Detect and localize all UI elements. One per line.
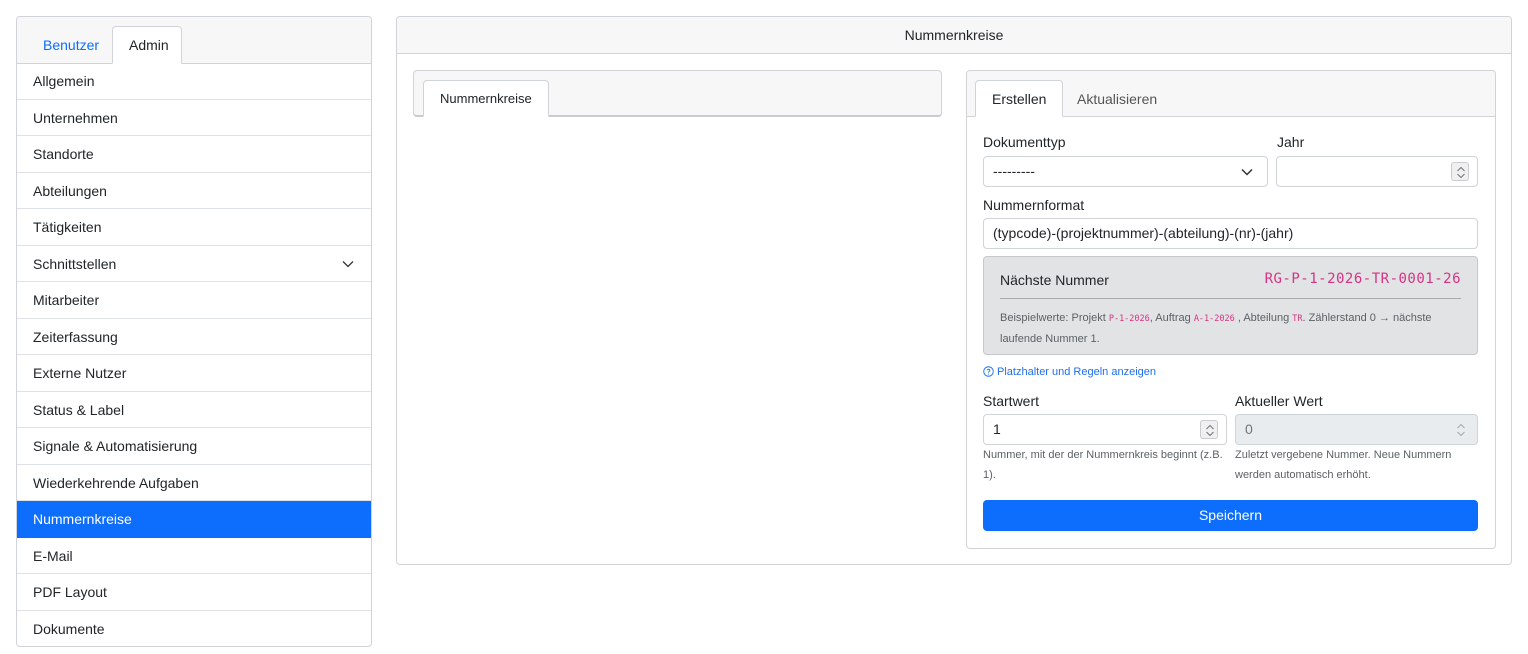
format-input[interactable]: (typcode)-(projektnummer)-(abteilung)-(n… xyxy=(983,218,1478,249)
note-mid1: , Auftrag xyxy=(1149,312,1194,324)
tab-erstellen[interactable]: Erstellen xyxy=(975,80,1064,117)
stepper-arrows-icon xyxy=(1457,166,1465,179)
start-stepper[interactable] xyxy=(1200,420,1218,439)
sidebar-item-standorte[interactable]: Standorte xyxy=(17,136,371,173)
sidebar-item-mitarbeiter[interactable]: Mitarbeiter xyxy=(17,282,371,319)
sidebar-item-zeiterfassung[interactable]: Zeiterfassung xyxy=(17,319,371,355)
current-value-input: 0 xyxy=(1235,414,1478,445)
doctype-select[interactable]: --------- xyxy=(983,156,1268,187)
page-title: Nummernkreise xyxy=(397,17,1511,54)
sidebar-menu: Allgemein Unternehmen Standorte Abteilun… xyxy=(17,63,371,647)
sidebar-item-wiederkehrende-aufgaben[interactable]: Wiederkehrende Aufgaben xyxy=(17,465,371,501)
current-hint: Zuletzt vergebene Nummer. Neue Nummern w… xyxy=(1235,449,1452,481)
tab-aktualisieren[interactable]: Aktualisieren xyxy=(1060,80,1174,117)
year-label: Jahr xyxy=(1277,134,1305,150)
start-value: 1 xyxy=(993,421,1001,437)
tab-nummernkreise-list[interactable]: Nummernkreise xyxy=(423,80,549,117)
chevron-down-icon xyxy=(342,260,354,267)
sidebar-item-pdf-layout[interactable]: PDF Layout xyxy=(17,574,371,611)
sidebar-item-externe-nutzer[interactable]: Externe Nutzer xyxy=(17,355,371,392)
placeholder-rules-link[interactable]: Platzhalter und Regeln anzeigen xyxy=(983,366,1156,378)
note-project-code: P-1-2026 xyxy=(1108,314,1150,324)
preview-note: Beispielwerte: Projekt P-1-2026, Auftrag… xyxy=(1000,308,1470,349)
form-card: Erstellen Aktualisieren Dokumenttyp ----… xyxy=(966,70,1496,549)
sidebar-item-dokumente[interactable]: Dokumente xyxy=(17,611,371,647)
note-dept-code: TR xyxy=(1292,314,1303,324)
note-order-code: A-1-2026 xyxy=(1193,314,1235,324)
start-label: Startwert xyxy=(983,393,1040,409)
main-card: Nummernkreise Nummernkreise Erstellen Ak… xyxy=(396,16,1512,565)
year-input[interactable] xyxy=(1276,156,1478,187)
sidebar-item-status-label[interactable]: Status & Label xyxy=(17,392,371,428)
help-link-label: Platzhalter und Regeln anzeigen xyxy=(997,366,1157,378)
next-number-preview: Nächste Nummer RG-P-1-2026-TR-0001-26 Be… xyxy=(983,256,1478,355)
format-label: Nummernformat xyxy=(983,197,1085,213)
save-button[interactable]: Speichern xyxy=(983,500,1478,531)
start-hint: Nummer, mit der der Nummernkreis beginnt… xyxy=(983,449,1223,481)
stepper-arrows-icon xyxy=(1206,424,1214,437)
doctype-label: Dokumenttyp xyxy=(983,134,1066,150)
sidebar-item-nummernkreise[interactable]: Nummernkreise xyxy=(17,501,371,538)
divider xyxy=(1000,298,1461,299)
preview-value: RG-P-1-2026-TR-0001-26 xyxy=(1264,271,1461,287)
preview-title: Nächste Nummer xyxy=(1000,272,1109,288)
note-prefix: Beispielwerte: Projekt xyxy=(1000,312,1109,324)
current-value: 0 xyxy=(1245,421,1253,437)
form-tabs: Erstellen Aktualisieren xyxy=(967,71,1495,117)
sidebar-item-schnittstellen[interactable]: Schnittstellen xyxy=(17,246,371,282)
sidebar-item-unternehmen[interactable]: Unternehmen xyxy=(17,100,371,136)
current-label: Aktueller Wert xyxy=(1235,393,1323,409)
list-card: Nummernkreise xyxy=(413,70,942,117)
question-circle-icon xyxy=(983,366,994,377)
settings-sidebar: Benutzer Admin Allgemein Unternehmen Sta… xyxy=(16,16,372,647)
tab-admin[interactable]: Admin xyxy=(112,26,182,64)
sidebar-tabs: Benutzer Admin xyxy=(17,17,371,64)
doctype-select-value: --------- xyxy=(993,163,1035,179)
note-mid2: , Abteilung xyxy=(1234,312,1293,324)
sidebar-item-allgemein[interactable]: Allgemein xyxy=(17,63,371,100)
stepper-arrows-icon xyxy=(1457,423,1465,437)
sidebar-item-taetigkeiten[interactable]: Tätigkeiten xyxy=(17,209,371,246)
chevron-down-icon xyxy=(1241,168,1253,176)
tab-benutzer[interactable]: Benutzer xyxy=(26,26,116,64)
sidebar-item-email[interactable]: E-Mail xyxy=(17,538,371,574)
year-stepper[interactable] xyxy=(1451,162,1469,181)
format-input-value: (typcode)-(projektnummer)-(abteilung)-(n… xyxy=(993,225,1294,241)
sidebar-item-label: Schnittstellen xyxy=(33,255,117,272)
sidebar-item-abteilungen[interactable]: Abteilungen xyxy=(17,173,371,209)
sidebar-item-signale[interactable]: Signale & Automatisierung xyxy=(17,428,371,465)
start-value-input[interactable]: 1 xyxy=(983,414,1227,445)
